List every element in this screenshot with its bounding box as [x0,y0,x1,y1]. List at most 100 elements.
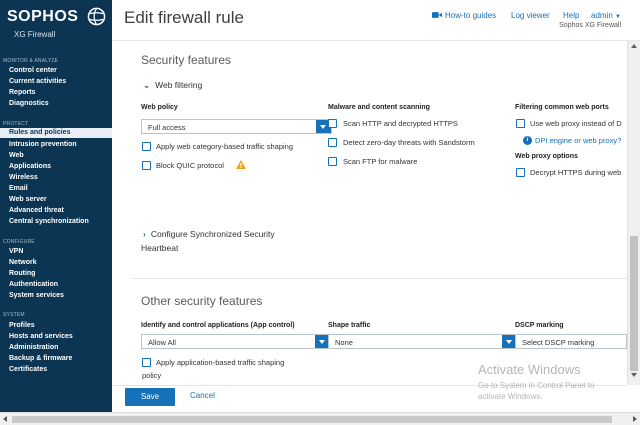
nav-applications[interactable]: Applications [9,162,51,172]
cancel-button[interactable]: Cancel [190,391,215,400]
activate-windows-text: Go to System in Control Panel to activat… [478,380,595,402]
dpi-engine-link[interactable]: DPI engine or web proxy? [535,136,621,145]
section-divider [132,278,627,279]
dscp-marking-select[interactable]: Select DSCP marking [515,334,627,349]
activate-windows-title: Activate Windows [478,362,581,377]
horizontal-scrollbar-thumb[interactable] [12,416,612,423]
sync-security-label-line2: Heartbeat [141,243,179,253]
shape-traffic-label: Shape traffic [328,322,371,329]
scan-http-checkbox[interactable] [328,119,337,128]
nav-advanced-threat[interactable]: Advanced threat [9,206,64,216]
nav-rules-and-policies[interactable]: Rules and policies [0,128,112,138]
user-name: admin [591,11,613,20]
page-header: Edit firewall rule How-to guides Log vie… [112,0,640,41]
apply-app-shaping-label-line2: policy [142,371,162,380]
sophos-logo[interactable]: SOPHOS XG Firewall [7,6,107,46]
nav-network[interactable]: Network [9,258,37,268]
shape-traffic-select[interactable]: None [328,334,518,349]
nav-control-center[interactable]: Control center [9,66,57,76]
log-viewer-link[interactable]: Log viewer [511,11,550,20]
nav-wireless[interactable]: Wireless [9,173,38,183]
info-icon: i [523,136,532,145]
nav-authentication[interactable]: Authentication [9,280,58,290]
chevron-down-icon: ▼ [615,14,621,20]
nav-backup-firmware[interactable]: Backup & firmware [9,354,72,364]
brand-name: SOPHOS [7,8,79,25]
web-policy-label: Web policy [141,104,178,111]
horizontal-scrollbar[interactable] [0,412,640,425]
decrypt-https-label: Decrypt HTTPS during web [530,168,622,177]
nav-profiles[interactable]: Profiles [9,321,35,331]
nav-reports[interactable]: Reports [9,88,35,98]
web-policy-value: Full access [148,123,186,132]
nav-intrusion-prevention[interactable]: Intrusion prevention [9,140,77,150]
nav-section-configure: CONFIGURE [3,239,35,245]
shape-traffic-value: None [335,338,353,347]
nav-administration[interactable]: Administration [9,343,58,353]
web-proxy-options-label: Web proxy options [515,153,578,160]
nav-email[interactable]: Email [9,184,28,194]
product-name: XG Firewall [14,30,56,39]
sidebar: SOPHOS XG Firewall MONITOR & ANALYZE Con… [0,0,112,425]
sync-security-toggle[interactable]: › Configure Synchronized Security [143,229,275,239]
chevron-right-icon: › [143,229,146,239]
nav-diagnostics[interactable]: Diagnostics [9,99,49,109]
web-filtering-toggle[interactable]: ⌄ Web filtering [143,80,202,91]
app-control-value: Allow All [148,338,176,347]
filtering-ports-label: Filtering common web ports [515,104,609,111]
scan-ftp-checkbox[interactable] [328,157,337,166]
decrypt-https-checkbox[interactable] [516,168,525,177]
globe-logo-icon [87,7,106,26]
dscp-marking-value: Select DSCP marking [522,338,595,347]
nav-routing[interactable]: Routing [9,269,35,279]
nav-vpn[interactable]: VPN [9,247,23,257]
scan-http-label: Scan HTTP and decrypted HTTPS [343,119,458,128]
warning-icon [236,160,246,169]
video-camera-icon[interactable] [432,11,442,19]
web-policy-select[interactable]: Full access [141,119,332,134]
use-web-proxy-checkbox[interactable] [516,119,525,128]
other-features-title: Other security features [141,294,263,308]
block-quic-label: Block QUIC protocol [156,161,224,170]
sync-security-label: Configure Synchronized Security [150,229,275,239]
zero-day-label: Detect zero-day threats with Sandstorm [343,138,475,147]
nav-section-protect: PROTECT [3,121,29,127]
nav-section-monitor: MONITOR & ANALYZE [3,58,59,64]
security-features-title: Security features [141,53,232,67]
nav-web-server[interactable]: Web server [9,195,47,205]
scrollbar-thumb[interactable] [630,236,638,371]
zero-day-checkbox[interactable] [328,138,337,147]
app-control-select[interactable]: Allow All [141,334,331,349]
nav-central-synchronization[interactable]: Central synchronization [9,217,89,227]
scroll-right-arrow-icon[interactable] [633,416,637,422]
header-subtitle: Sophos XG Firewall [559,22,621,29]
page-title: Edit firewall rule [124,8,244,27]
help-link[interactable]: Help [563,11,579,20]
nav-hosts-and-services[interactable]: Hosts and services [9,332,73,342]
nav-web[interactable]: Web [9,151,24,161]
how-to-guides-link[interactable]: How-to guides [445,11,496,20]
apply-web-category-label: Apply web category-based traffic shaping [156,142,294,151]
scroll-down-arrow-icon[interactable] [631,373,637,377]
vertical-scrollbar[interactable] [627,41,640,385]
malware-scanning-label: Malware and content scanning [328,104,430,111]
nav-section-system: SYSTEM [3,312,25,318]
nav-certificates[interactable]: Certificates [9,365,47,375]
app-control-label: Identify and control applications (App c… [141,322,295,329]
scan-ftp-label: Scan FTP for malware [343,157,418,166]
save-button[interactable]: Save [125,388,175,406]
activate-windows-line2: activate Windows. [478,392,543,401]
web-filtering-label: Web filtering [155,80,203,90]
dscp-marking-label: DSCP marking [515,322,564,329]
user-menu[interactable]: admin ▼ [591,11,621,20]
scroll-up-arrow-icon[interactable] [631,44,637,48]
nav-system-services[interactable]: System services [9,291,64,301]
block-quic-checkbox[interactable] [142,161,151,170]
chevron-down-icon: ⌄ [143,80,151,90]
main-content: Security features ⌄ Web filtering Web pol… [112,41,627,385]
nav-current-activities[interactable]: Current activities [9,77,66,87]
apply-app-shaping-checkbox[interactable] [142,358,151,367]
apply-web-category-checkbox[interactable] [142,142,151,151]
activate-windows-line1: Go to System in Control Panel to [478,381,595,390]
scroll-left-arrow-icon[interactable] [3,416,7,422]
